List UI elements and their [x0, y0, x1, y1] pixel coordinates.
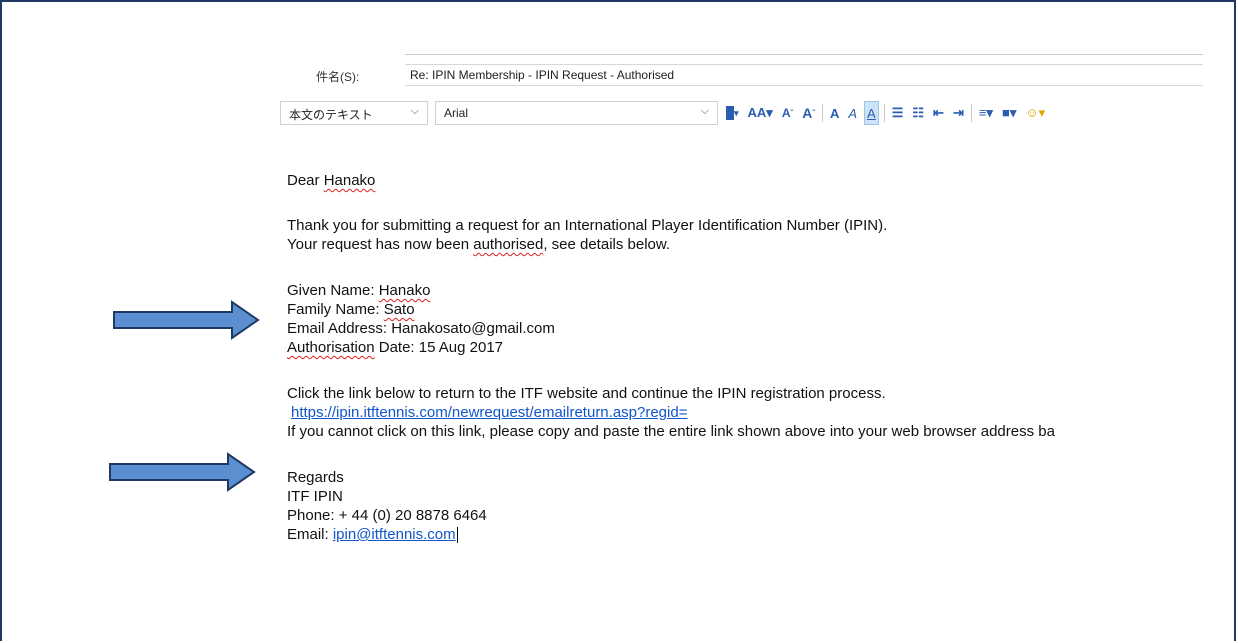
registration-link-line: https://ipin.itftennis.com/newrequest/em… [287, 403, 1207, 422]
underline-button[interactable]: A [864, 101, 879, 125]
contact-email-link[interactable]: ipin@itftennis.com [333, 526, 456, 543]
signature-name: ITF IPIN [287, 488, 343, 505]
italic-button[interactable]: A [846, 102, 859, 124]
toolbar-icons: ▾ AA▾ Aˇ Aˆ A A A ☰ ☷ ⇤ ⇥ ≡▾ ■▾ ☺▾ [724, 101, 1047, 125]
font-family-value: Arial [444, 106, 469, 120]
format-toolbar: 本文のテキスト ⌵ Arial ⌵ ▾ AA▾ Aˇ Aˆ A A A ☰ ☷ … [280, 101, 1203, 127]
given-name-line: Given Name: Hanako [287, 282, 431, 299]
italic-icon: A [848, 105, 858, 121]
subject-row: 件名(S): Re: IPIN Membership - IPIN Reques… [280, 62, 1203, 90]
chevron-down-icon: ⌵ [410, 105, 419, 117]
shrink-font-icon: A [781, 106, 791, 120]
decrease-indent-button[interactable]: ⇤ [931, 102, 946, 124]
insert-image-button[interactable]: ■▾ [1000, 102, 1018, 124]
fallback-line: If you cannot click on this link, please… [287, 423, 1055, 440]
subject-value: Re: IPIN Membership - IPIN Request - Aut… [410, 68, 675, 82]
toolbar-separator [970, 104, 972, 122]
numbered-list-button[interactable]: ☷ [910, 102, 926, 124]
chevron-down-icon: ⌵ [700, 105, 709, 117]
font-family-select[interactable]: Arial ⌵ [435, 101, 718, 125]
align-icon: ≡▾ [978, 105, 993, 120]
registration-link[interactable]: https://ipin.itftennis.com/newrequest/em… [291, 404, 687, 421]
greeting-line: Dear Hanako [287, 172, 376, 189]
grow-font-button[interactable]: Aˆ [800, 102, 817, 124]
greeting-name: Hanako [323, 172, 376, 189]
family-name-value: Sato [383, 301, 415, 318]
align-button[interactable]: ≡▾ [977, 102, 995, 124]
bold-button[interactable]: A [828, 102, 841, 124]
family-name-line: Family Name: Sato [287, 301, 415, 318]
underline-icon: A [867, 105, 876, 121]
arrow-shape [109, 452, 256, 492]
image-icon: ■▾ [1001, 105, 1017, 120]
shrink-font-button[interactable]: Aˇ [780, 102, 795, 124]
bullet-list-icon: ☰ [891, 105, 904, 120]
increase-indent-button[interactable]: ⇥ [951, 102, 966, 124]
phone-line: Phone: + 44 (0) 20 8878 6464 [287, 507, 487, 524]
font-size-button[interactable]: AA▾ [746, 102, 775, 124]
text-color-icon [726, 106, 734, 120]
text-color-button[interactable]: ▾ [724, 102, 741, 124]
regards-line: Regards [287, 469, 344, 486]
subject-label: 件名(S): [316, 70, 360, 84]
recipient-field-line [405, 54, 1203, 55]
numbered-list-icon: ☷ [912, 105, 925, 120]
increase-indent-icon: ⇥ [952, 105, 964, 120]
authorisation-date-line: Authorisation Date: 15 Aug 2017 [287, 339, 503, 356]
email-address-line: Email Address: Hanakosato@gmail.com [287, 320, 555, 337]
click-instruction-line: Click the link below to return to the IT… [287, 385, 886, 402]
contact-email-line: Email: ipin@itftennis.com [287, 526, 458, 544]
bold-icon: A [829, 105, 840, 121]
arrow-shape [113, 300, 260, 340]
smiley-icon: ☺▾ [1025, 105, 1046, 120]
given-name-value: Hanako [378, 282, 431, 299]
grow-font-icon: A [802, 105, 813, 121]
subject-input[interactable]: Re: IPIN Membership - IPIN Request - Aut… [405, 64, 1203, 86]
right-arrow-icon [109, 452, 256, 492]
intro-line-2: Your request has now been authorised, se… [287, 236, 671, 253]
bullet-list-button[interactable]: ☰ [890, 102, 906, 124]
right-arrow-icon [113, 300, 260, 340]
intro-line-1: Thank you for submitting a request for a… [287, 217, 888, 234]
toolbar-separator [883, 104, 885, 122]
emoji-button[interactable]: ☺▾ [1023, 102, 1047, 124]
font-size-icon: AA▾ [747, 105, 773, 120]
decrease-indent-icon: ⇤ [933, 105, 944, 120]
paragraph-style-select[interactable]: 本文のテキスト ⌵ [280, 101, 428, 125]
paragraph-style-value: 本文のテキスト [289, 108, 373, 122]
toolbar-separator [821, 104, 823, 122]
text-cursor [456, 527, 458, 544]
message-body[interactable]: Dear Hanako Thank you for submitting a r… [287, 171, 1207, 544]
